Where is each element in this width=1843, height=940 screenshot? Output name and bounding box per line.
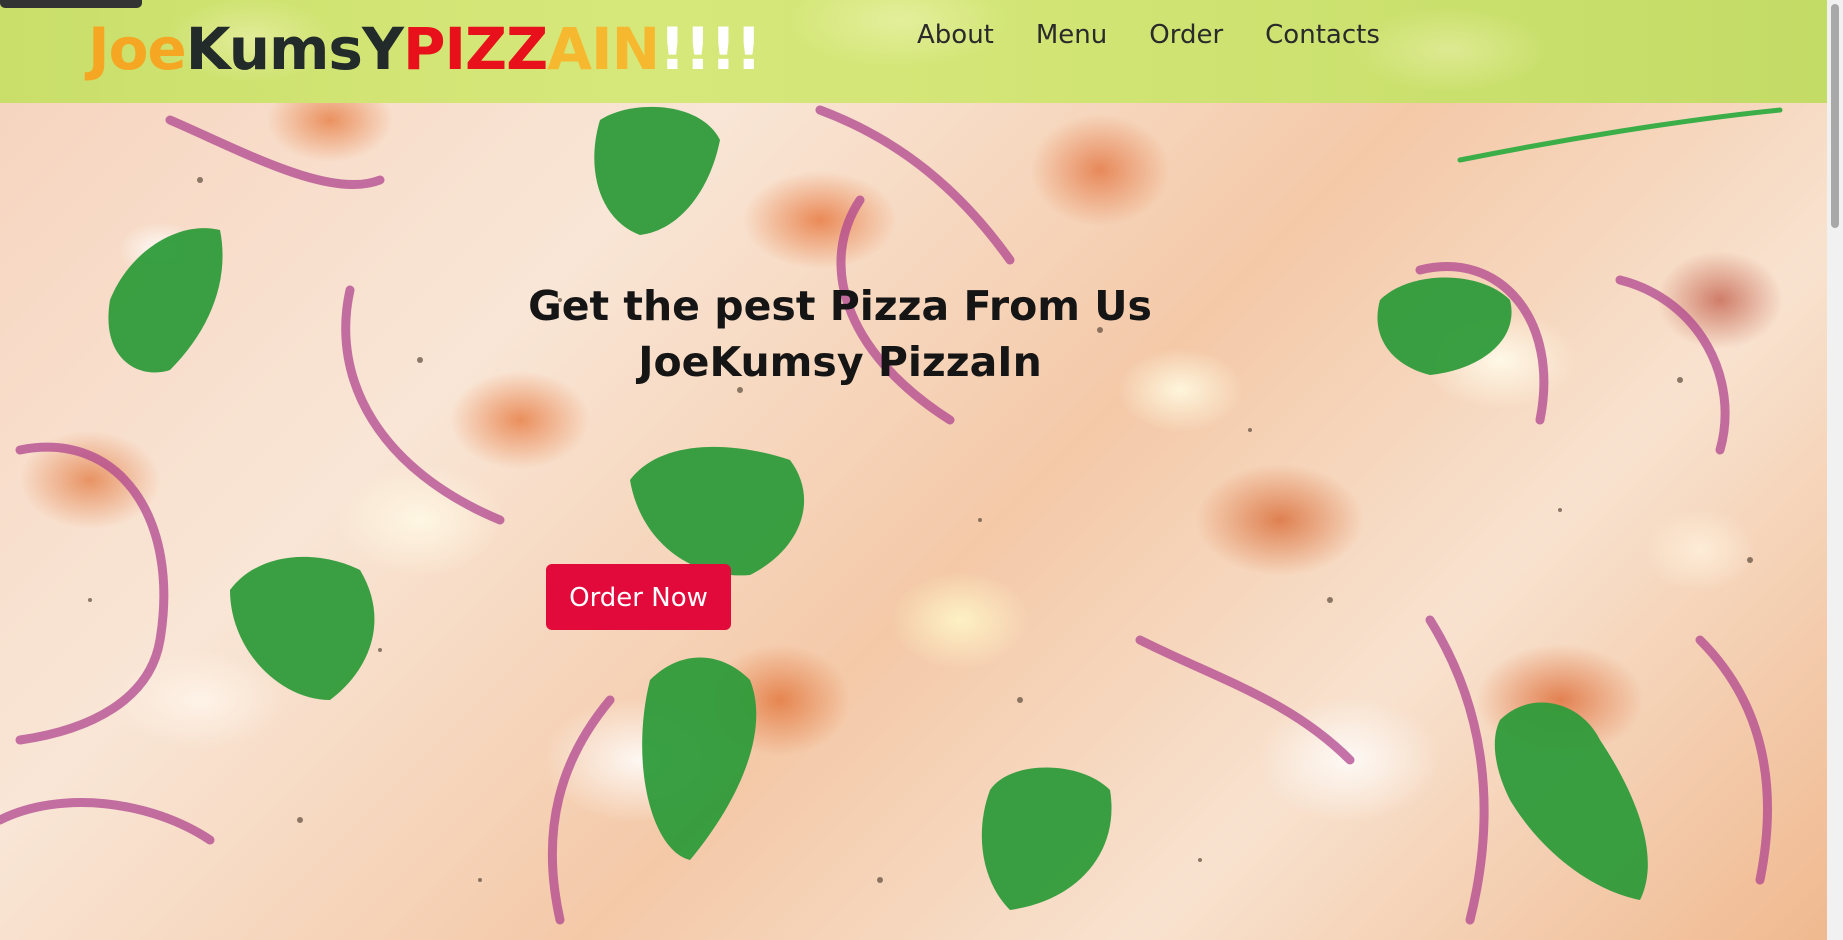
logo-part-exclaim: !!!! bbox=[659, 15, 762, 83]
order-now-button[interactable]: Order Now bbox=[546, 564, 731, 630]
scrollbar-thumb[interactable] bbox=[1831, 4, 1839, 228]
hero-title-line-1: Get the pest Pizza From Us bbox=[528, 282, 1152, 330]
logo-part-pizz: PIZZ bbox=[402, 15, 548, 83]
nav-link-order[interactable]: Order bbox=[1149, 16, 1223, 54]
nav-link-menu[interactable]: Menu bbox=[1036, 16, 1107, 54]
pizza-toppings-illustration bbox=[0, 35, 1783, 925]
nav-link-contacts[interactable]: Contacts bbox=[1265, 16, 1380, 54]
hero-title: Get the pest Pizza From Us JoeKumsy Pizz… bbox=[480, 278, 1200, 390]
hero-title-line-2: JoeKumsy PizzaIn bbox=[638, 338, 1042, 386]
page: JoeKumsYPIZZAIN!!!! About Menu Order Con… bbox=[0, 0, 1843, 940]
logo-part-kumsy: KumsY bbox=[185, 15, 404, 83]
page-scrollbar[interactable] bbox=[1827, 0, 1843, 940]
site-logo[interactable]: JoeKumsYPIZZAIN!!!! bbox=[88, 14, 762, 84]
nav-link-about[interactable]: About bbox=[917, 16, 994, 54]
main-nav: About Menu Order Contacts bbox=[917, 16, 1422, 54]
logo-part-joe: Joe bbox=[88, 15, 187, 83]
hero-background-image bbox=[0, 0, 1827, 940]
top-tab-indicator bbox=[0, 0, 142, 8]
logo-part-ain: AIN bbox=[547, 15, 660, 83]
